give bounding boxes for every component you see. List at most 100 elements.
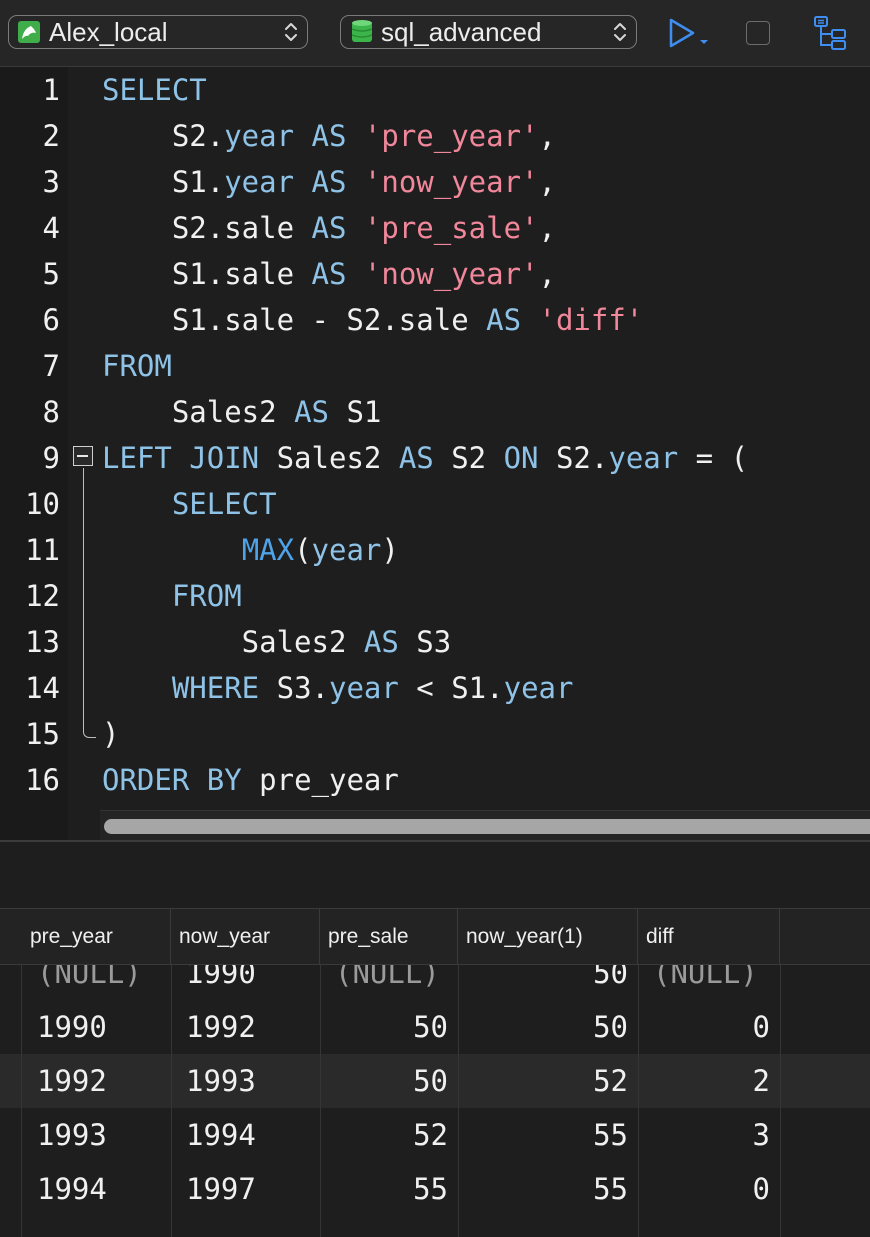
database-icon [351, 20, 373, 42]
code-line: S1.sale AS 'now_year', [102, 251, 556, 297]
results-grid[interactable]: (NULL) 1990 (NULL) 50 (NULL) 1990 1992 50 50 0 199… [0, 908, 870, 1237]
sql-keyword: year [224, 119, 295, 153]
table-cell[interactable]: 1992 [22, 1054, 171, 1108]
toolbar: Alex_local sql_advanced [0, 0, 870, 67]
table-cell[interactable]: 0 [638, 1000, 780, 1054]
table-cell[interactable]: 55 [320, 1162, 458, 1216]
table-cell[interactable]: 55 [458, 1162, 638, 1216]
table-cell[interactable]: 50 [320, 1000, 458, 1054]
table-cell[interactable]: 52 [458, 1054, 638, 1108]
line-number: 13 [25, 625, 60, 659]
sql-keyword: AS [311, 211, 347, 245]
sql-string: 'pre_sale' [363, 211, 539, 245]
table-cell[interactable]: 1993 [171, 1054, 320, 1108]
sql-keyword: ON [503, 441, 539, 475]
table-cell[interactable]: 1997 [171, 1162, 320, 1216]
connection-icon [18, 21, 40, 43]
sql-text: Sales2 [102, 395, 295, 429]
table-cell[interactable]: 0 [638, 1162, 780, 1216]
sql-text: ) [381, 533, 399, 567]
table-cell[interactable]: 50 [458, 1000, 638, 1054]
sql-keyword: AS [311, 257, 347, 291]
table-row[interactable]: 1994 1997 55 55 0 [0, 1162, 870, 1216]
connection-selector[interactable]: Alex_local [8, 15, 308, 49]
line-number: 4 [42, 211, 60, 245]
table-cell[interactable]: 55 [458, 1108, 638, 1162]
table-cell[interactable]: 1990 [22, 1000, 171, 1054]
table-cell[interactable]: 1994 [171, 1108, 320, 1162]
sql-string: 'diff' [538, 303, 644, 337]
sql-text: S1.sale - S2.sale [102, 303, 487, 337]
table-cell[interactable]: 2 [638, 1054, 780, 1108]
sql-string: 'now_year' [363, 257, 539, 291]
code-line: Sales2 AS S1 [102, 389, 382, 435]
table-cell[interactable]: 3 [638, 1108, 780, 1162]
sql-text: Sales2 [259, 441, 399, 475]
sql-keyword: FROM [102, 349, 172, 383]
line-number: 11 [25, 533, 60, 567]
sql-keyword: AS [363, 625, 399, 659]
sql-text: , [538, 257, 556, 291]
scrollbar-thumb[interactable] [104, 819, 870, 834]
horizontal-scrollbar[interactable] [100, 810, 870, 841]
sql-text: S2.sale [102, 211, 312, 245]
table-cell[interactable]: 52 [320, 1108, 458, 1162]
table-row[interactable]: 1990 1992 50 50 0 [0, 1000, 870, 1054]
sql-editor[interactable]: 1 2 3 4 5 6 7 8 9 10 11 12 13 14 15 16 SELECT S2.year A… [0, 67, 870, 841]
line-number: 2 [42, 119, 60, 153]
sql-text: , [538, 165, 556, 199]
sql-keyword: AS [486, 303, 522, 337]
chevron-updown-icon [285, 23, 297, 41]
table-cell[interactable]: 1992 [171, 1000, 320, 1054]
sql-text: < S1. [398, 671, 504, 705]
line-number: 6 [42, 303, 60, 337]
sql-text: S1 [328, 395, 382, 429]
database-label: sql_advanced [381, 16, 542, 47]
database-selector[interactable]: sql_advanced [340, 15, 637, 49]
table-cell[interactable]: 1993 [22, 1108, 171, 1162]
sql-keyword: AS [294, 395, 329, 429]
line-number: 10 [25, 487, 60, 521]
sql-string: 'pre_year' [363, 119, 539, 153]
table-row[interactable]: 1993 1994 52 55 3 [0, 1108, 870, 1162]
sql-text: , [538, 211, 556, 245]
line-number: 1 [42, 73, 60, 107]
column-header[interactable]: diff [638, 909, 780, 964]
line-number: 9 [42, 441, 60, 475]
column-header[interactable]: now_year [171, 909, 320, 964]
sql-keyword: AS [398, 441, 434, 475]
sql-keyword: year [224, 165, 295, 199]
sql-text: , [538, 119, 556, 153]
code-line: S1.sale - S2.sale AS 'diff' [102, 297, 643, 343]
stop-icon[interactable] [746, 21, 770, 45]
code-line: S2.sale AS 'pre_sale', [102, 205, 556, 251]
sql-keyword: SELECT [102, 73, 207, 107]
sql-text: Sales2 [102, 625, 364, 659]
code-line: SELECT [102, 67, 207, 113]
table-cell[interactable]: 1994 [22, 1162, 171, 1216]
column-header[interactable]: pre_sale [320, 909, 458, 964]
results-header-row: pre_year now_year pre_sale now_year(1) diff [0, 909, 870, 965]
sql-keyword: FROM [171, 579, 242, 613]
table-cell[interactable]: 50 [320, 1054, 458, 1108]
sql-keyword: year [608, 441, 679, 475]
code-line: Sales2 AS S3 [102, 619, 452, 665]
play-icon[interactable] [666, 16, 714, 50]
sql-keyword: LEFT JOIN [102, 441, 260, 475]
fold-toggle-icon[interactable] [73, 446, 93, 466]
table-row[interactable]: 1992 1993 50 52 2 [0, 1054, 870, 1108]
code-line: SELECT [102, 481, 277, 527]
column-header[interactable]: pre_year [22, 909, 171, 964]
fold-range-line [83, 468, 96, 738]
line-number: 3 [42, 165, 60, 199]
column-header[interactable]: now_year(1) [458, 909, 638, 964]
explain-icon[interactable] [812, 15, 848, 51]
